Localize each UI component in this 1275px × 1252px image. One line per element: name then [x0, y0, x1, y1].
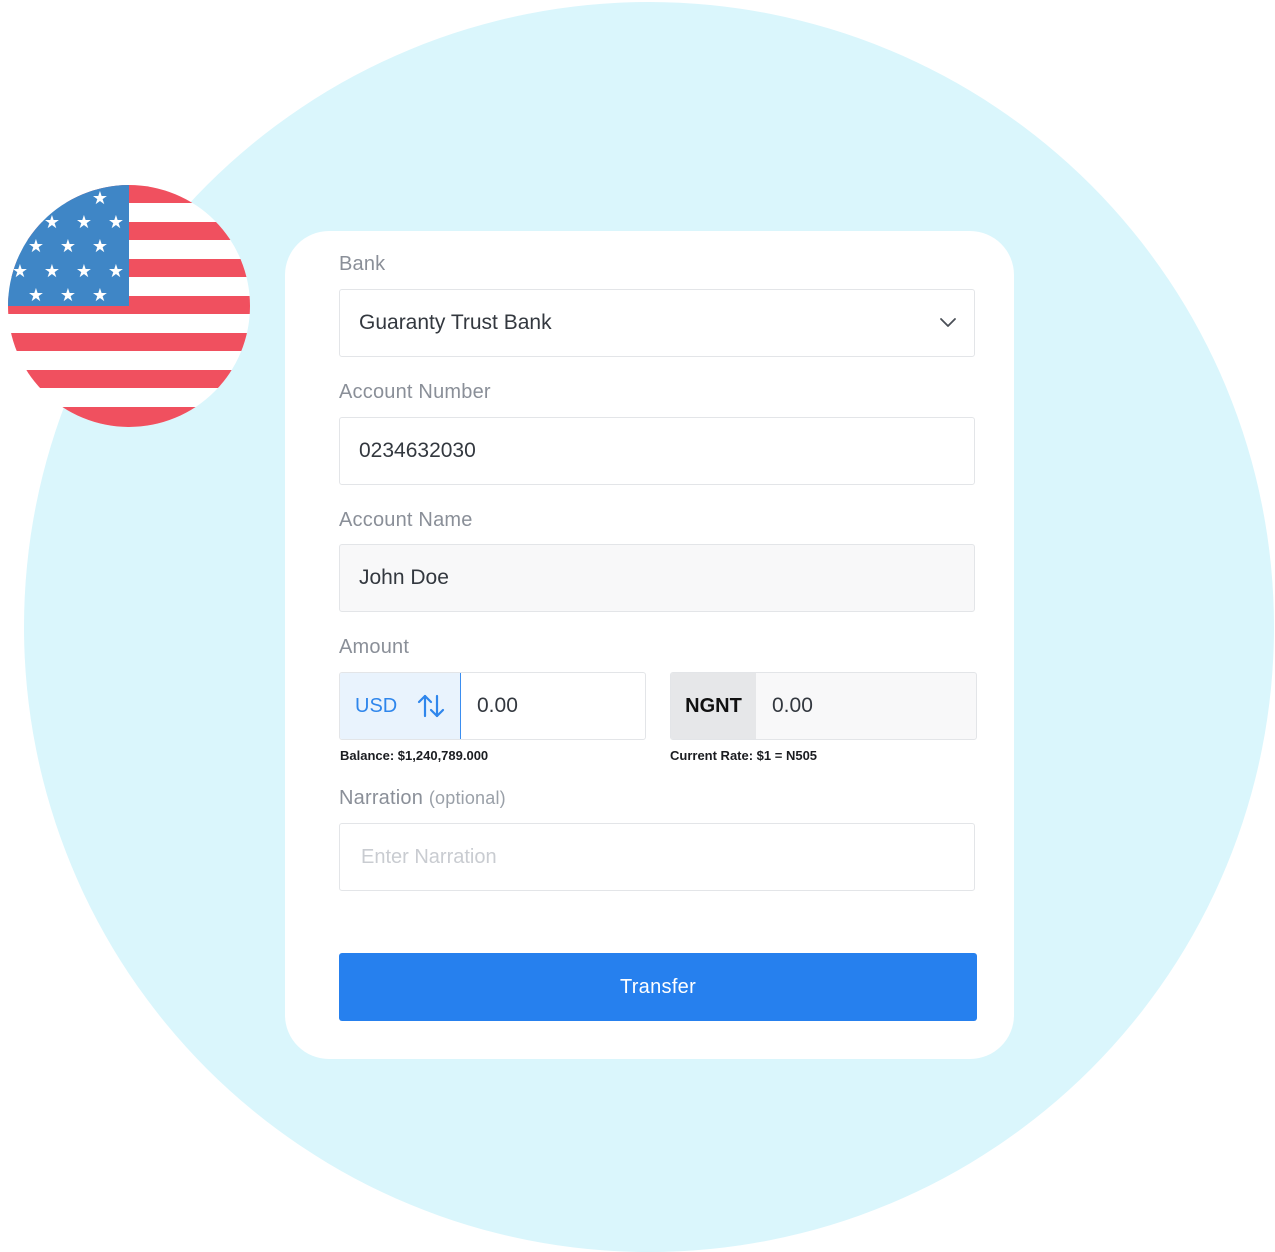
- source-amount-value[interactable]: 0.00: [461, 673, 645, 739]
- svg-text:★: ★: [76, 212, 92, 233]
- svg-text:★: ★: [28, 285, 44, 306]
- account-number-value: 0234632030: [359, 439, 476, 462]
- narration-label-text: Narration: [339, 787, 424, 809]
- svg-text:★: ★: [76, 261, 92, 282]
- svg-text:★: ★: [60, 285, 76, 306]
- account-number-label: Account Number: [339, 381, 491, 403]
- amount-label: Amount: [339, 636, 410, 658]
- account-name-label: Account Name: [339, 509, 473, 531]
- bank-label: Bank: [339, 253, 386, 275]
- svg-text:★: ★: [44, 212, 60, 233]
- svg-text:★: ★: [108, 261, 124, 282]
- target-amount-value: 0.00: [772, 694, 813, 717]
- narration-input[interactable]: [359, 844, 974, 870]
- transfer-card: Bank Guaranty Trust Bank Account Number …: [285, 231, 1014, 1059]
- svg-text:★: ★: [92, 236, 108, 257]
- bank-select-value: Guaranty Trust Bank: [359, 311, 552, 334]
- svg-text:★: ★: [44, 261, 60, 282]
- narration-label: Narration (optional): [339, 787, 506, 810]
- currency-toggle-button[interactable]: USD: [340, 673, 461, 739]
- svg-text:★: ★: [108, 212, 124, 233]
- balance-text: Balance: $1,240,789.000: [340, 748, 489, 763]
- svg-text:★: ★: [92, 285, 108, 306]
- current-rate-text: Current Rate: $1 = N505: [670, 748, 818, 763]
- target-currency-label: NGNT: [671, 673, 756, 739]
- svg-text:★: ★: [60, 236, 76, 257]
- transfer-button[interactable]: Transfer: [339, 953, 977, 1021]
- source-amount-input[interactable]: USD 0.00: [339, 672, 646, 740]
- target-amount-field: NGNT 0.00: [670, 672, 977, 740]
- narration-optional-text: (optional): [428, 788, 506, 808]
- svg-text:★: ★: [28, 236, 44, 257]
- account-name-field: John Doe: [339, 544, 975, 612]
- account-name-value: John Doe: [359, 566, 449, 589]
- swap-vertical-icon: [418, 694, 445, 718]
- svg-text:★: ★: [92, 188, 108, 209]
- us-flag-icon: ★ ★ ★ ★ ★ ★ ★ ★ ★ ★ ★ ★ ★ ★: [8, 185, 250, 427]
- chevron-down-icon[interactable]: [938, 312, 958, 332]
- source-currency-label: USD: [355, 694, 398, 717]
- bank-select[interactable]: Guaranty Trust Bank: [339, 289, 975, 357]
- svg-text:★: ★: [12, 261, 28, 282]
- account-number-field[interactable]: 0234632030: [339, 417, 975, 485]
- narration-field[interactable]: [339, 823, 975, 891]
